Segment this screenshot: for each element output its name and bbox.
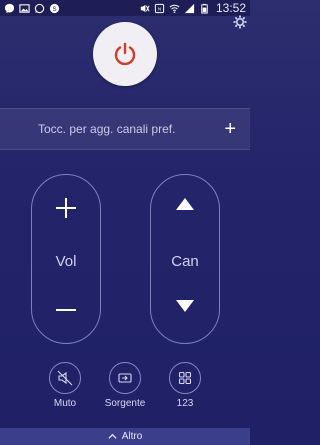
plus-icon (56, 198, 76, 218)
channel-label: Can (171, 253, 199, 270)
volume-down-button[interactable] (32, 299, 100, 321)
channel-rocker: Can (150, 174, 220, 344)
signal-icon (184, 3, 195, 14)
number-grid-icon (178, 371, 192, 385)
channel-down-button[interactable] (151, 299, 219, 313)
channel-up-button[interactable] (151, 197, 219, 211)
whatsapp-icon (34, 3, 45, 14)
more-label: Altro (121, 431, 143, 442)
add-favorite-button[interactable]: + (224, 119, 236, 139)
more-button[interactable]: Altro (0, 428, 250, 445)
power-button[interactable] (93, 22, 157, 86)
numbers-button[interactable]: 123 (150, 362, 220, 409)
svg-text:S: S (52, 5, 56, 12)
volume-label: Vol (55, 253, 77, 270)
mute-icon (139, 3, 150, 14)
favorites-hint: Tocc. per agg. canali pref. (38, 122, 176, 136)
numbers-label: 123 (176, 398, 194, 409)
image-icon (19, 3, 30, 14)
add-favorite-channels-bar[interactable]: Tocc. per agg. canali pref. + (0, 108, 250, 150)
volume-rocker: Vol (31, 174, 101, 344)
svg-text:N: N (158, 6, 161, 11)
source-input-icon (118, 373, 132, 383)
status-bar: S N 13:52 (0, 0, 250, 16)
clock: 13:52 (215, 1, 246, 15)
nfc-icon: N (154, 3, 165, 14)
wifi-icon (169, 3, 180, 14)
gear-icon[interactable] (233, 15, 247, 29)
chevron-up-icon (108, 433, 117, 439)
mute-speaker-icon (57, 370, 73, 386)
triangle-up-icon (176, 198, 194, 210)
skype-icon: S (49, 3, 60, 14)
power-icon (114, 42, 136, 66)
triangle-down-icon (176, 300, 194, 312)
volume-up-button[interactable] (32, 197, 100, 219)
minus-icon (56, 309, 76, 311)
bottom-buttons: Muto Sorgente 123 (0, 362, 250, 412)
battery-icon (199, 3, 210, 14)
messenger-icon (4, 3, 15, 14)
